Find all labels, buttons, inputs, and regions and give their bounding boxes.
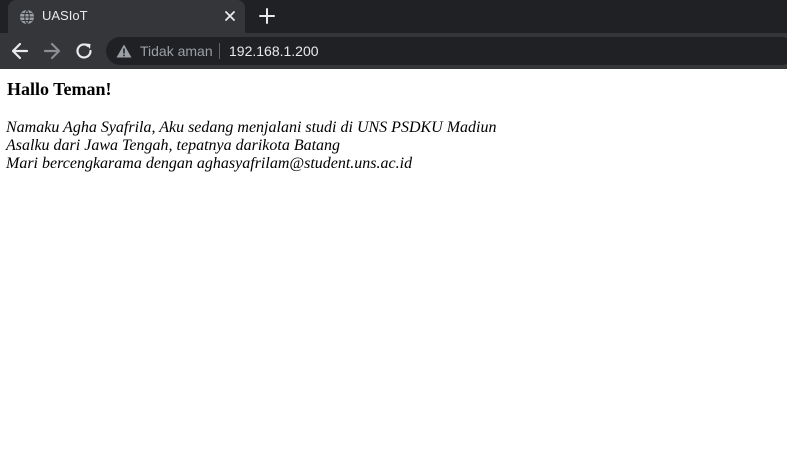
intro-line-study: Namaku Agha Syafrila, Aku sedang menjala… (6, 119, 497, 136)
browser-tab[interactable]: UASIoT (8, 0, 245, 33)
arrow-right-icon[interactable] (41, 40, 63, 62)
address-bar[interactable]: Tidak aman 192.168.1.200 (106, 37, 787, 65)
page-content: Hallo Teman! Namaku Agha Syafrila, Aku s… (0, 69, 787, 471)
intro-paragraph: Namaku Agha Syafrila, Aku sedang menjala… (6, 119, 497, 173)
plus-icon[interactable] (258, 7, 276, 25)
tab-strip: UASIoT (0, 0, 787, 33)
tab-title: UASIoT (42, 8, 88, 23)
browser-toolbar: Tidak aman 192.168.1.200 (0, 33, 787, 69)
intro-line-contact: Mari bercengkarama dengan aghasyafrilam@… (6, 155, 413, 172)
reload-icon[interactable] (73, 40, 95, 62)
warning-triangle-icon[interactable] (116, 44, 132, 58)
arrow-left-icon[interactable] (9, 40, 31, 62)
page-heading: Hallo Teman! (7, 79, 112, 99)
intro-line-origin: Asalku dari Jawa Tengah, tepatnya dariko… (6, 137, 341, 154)
omnibox-divider (219, 43, 220, 59)
security-status-label[interactable]: Tidak aman (140, 43, 213, 59)
url-text[interactable]: 192.168.1.200 (229, 43, 319, 59)
close-icon[interactable] (222, 8, 238, 24)
globe-icon (20, 9, 34, 25)
